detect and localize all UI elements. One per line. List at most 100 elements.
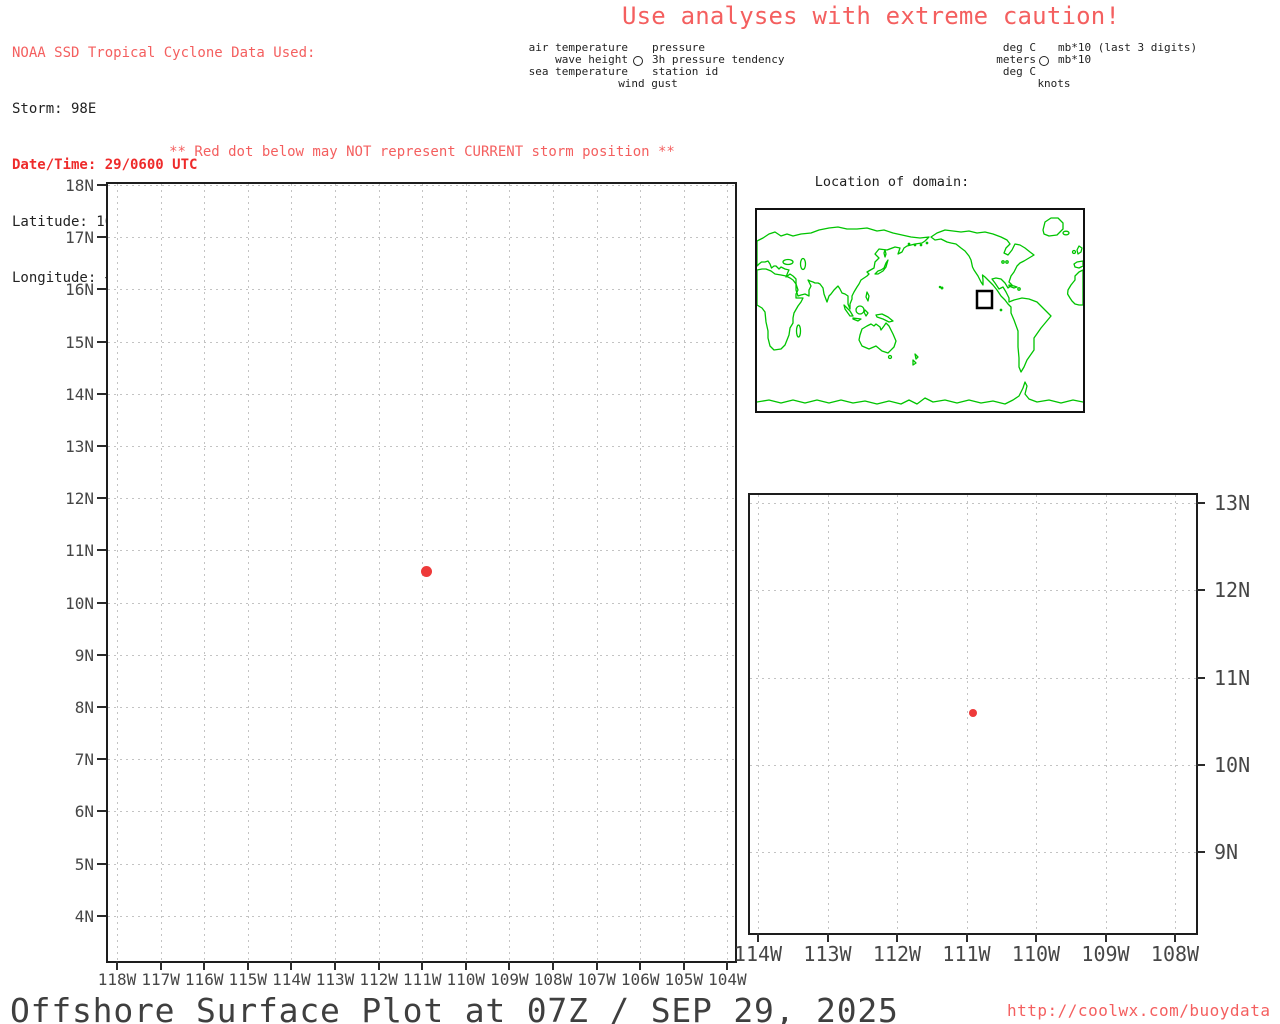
x-tick-label: 114W [733,942,783,966]
y-tick-label: 10N [1214,752,1251,777]
x-axis-tick [334,961,336,970]
gridline-horizontal [750,852,1196,854]
y-axis-tick [97,810,106,813]
great-lake-2 [1005,260,1009,264]
y-axis-tick [97,549,106,552]
gridline-vertical [683,184,685,961]
units-legend-mb10: mb*10 [1058,53,1092,66]
inset-title: Location of domain: [814,174,970,190]
units-legend-knots: knots [1037,77,1071,90]
west-africa-wrap [1066,269,1083,306]
y-tick-label: 9N [1214,840,1239,865]
main-domain-plot: 118W 117W 116W 115W 114W 113W 112W 111W 110W 109W… [65,176,747,989]
ireland [1071,249,1077,255]
y-tick-label: 11N [65,541,94,561]
station-legend-sea-temperature: sea temperature [528,65,628,78]
gridline-horizontal [108,915,735,917]
x-tick-label: 109W [1081,942,1130,966]
gridline-vertical [758,495,759,933]
new-guinea [875,313,894,323]
y-axis-tick [97,236,106,239]
gridline-vertical [204,184,206,961]
x-axis-tick [896,933,898,942]
y-axis-tick [97,862,106,865]
gridline-vertical [1105,495,1107,933]
y-tick-label: 16N [65,280,94,300]
hawaii-2 [938,285,942,289]
borneo [855,305,865,315]
y-axis-tick [97,706,106,708]
units-circle-icon [1039,56,1049,66]
gridline-horizontal [108,654,735,656]
y-tick-label: 4N [74,906,94,926]
hispaniola [1017,287,1021,291]
great-lake-1 [1001,260,1005,264]
gridline-vertical [335,184,336,961]
gridline-vertical [897,495,898,933]
station-legend-wind-gust: wind gust [618,77,678,90]
iberia-wrap [1073,260,1083,269]
gridline-vertical [553,184,554,961]
units-legend-deg-c-sea: deg C [1002,65,1036,78]
x-axis-tick [1104,933,1107,942]
storm-position-warning: ** Red dot below may NOT represent CURRE… [169,144,675,160]
gridline-vertical [247,184,249,961]
gridline-horizontal [108,602,735,604]
x-axis-tick [826,933,829,942]
gridline-horizontal [108,863,735,865]
new-zealand [912,353,919,366]
gridline-horizontal [108,289,735,291]
japan [874,259,889,275]
tc-data-source-line: NOAA SSD Tropical Cyclone Data Used: [12,44,316,61]
gridline-vertical [727,184,729,961]
y-axis-tick [97,340,106,343]
domain-rectangle [975,289,994,310]
y-tick-label: 12N [65,489,94,509]
x-axis-tick [639,961,642,970]
gridline-vertical [596,184,598,961]
gridline-horizontal [108,393,735,395]
gridline-horizontal [108,185,735,186]
y-tick-label: 15N [65,332,94,352]
britain [1076,245,1083,255]
gridline-horizontal [750,590,1196,592]
y-axis-tick [1196,851,1205,854]
black-sea [782,258,794,266]
x-tick-label: 108W [1150,942,1200,966]
y-axis-tick [97,392,106,395]
philippines [865,291,870,302]
x-axis-tick [1174,933,1176,942]
gridline-vertical [1036,495,1037,933]
y-axis-tick [1196,502,1205,504]
y-axis-tick [97,445,106,447]
gridline-horizontal [108,811,735,813]
x-axis-tick [682,961,685,970]
storm-id-line: Storm: 98E [12,100,97,117]
gridline-vertical [160,184,162,961]
y-tick-label: 13N [1214,491,1251,515]
x-tick-label: 104W [708,970,747,989]
aleutian-1 [907,242,911,246]
x-axis-tick [595,961,598,970]
sulawesi [863,309,869,317]
x-tick-label: 113W [803,942,852,966]
madagascar [795,324,802,338]
iceland [1062,230,1070,236]
caspian-sea [799,257,807,271]
storm-position-dot [421,565,433,577]
y-tick-label: 14N [65,384,94,404]
cuba [1008,284,1018,289]
java [852,317,862,322]
gridline-horizontal [108,498,735,500]
gridline-horizontal [108,341,735,343]
buoydata-link[interactable]: http://coolwx.com/buoydata [1007,1001,1270,1020]
sakhalin [883,249,887,258]
x-axis-tick [116,961,118,970]
world-map-inset [755,208,1085,413]
galapagos [999,308,1003,312]
antarctica [757,381,1083,405]
y-axis-tick [1196,676,1205,679]
x-axis-tick [203,961,206,970]
x-axis-tick [421,961,424,970]
gridline-horizontal [108,707,735,708]
